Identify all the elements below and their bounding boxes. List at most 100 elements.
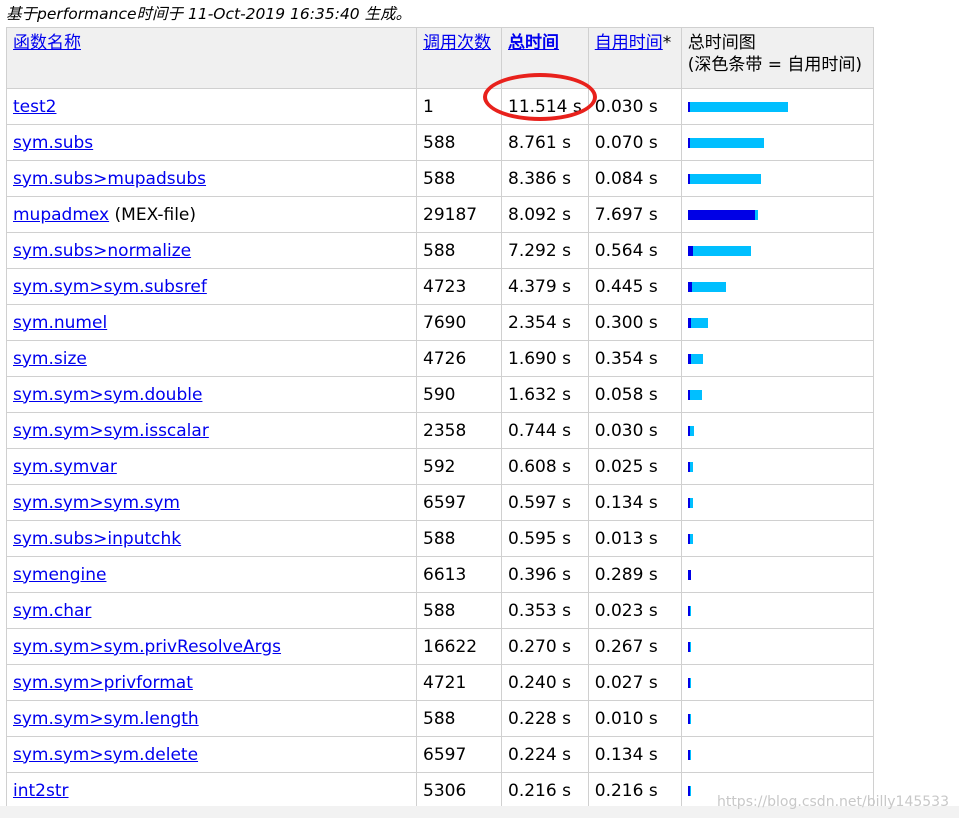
table-row: symengine 6613 0.396 s 0.289 s	[6, 556, 874, 593]
total-time-cell: 1.690 s	[501, 340, 589, 377]
total-time-bar	[687, 246, 751, 256]
calls-cell: 5306	[416, 772, 502, 809]
total-time-cell: 4.379 s	[501, 268, 589, 305]
function-link[interactable]: sym.sym>sym.delete	[13, 745, 198, 765]
total-time-cell: 0.228 s	[501, 700, 589, 737]
self-time-cell: 0.354 s	[587, 340, 682, 377]
function-link[interactable]: sym.sym>sym.sym	[13, 493, 180, 513]
time-plot-cell	[680, 160, 874, 197]
function-name-cell: sym.subs>inputchk	[6, 520, 417, 557]
sort-by-total-time-link[interactable]: 总时间	[508, 33, 559, 53]
time-bar	[687, 102, 867, 112]
table-row: test2 1 11.514 s 0.030 s	[6, 88, 874, 125]
function-link[interactable]: sym.sym>sym.double	[13, 385, 202, 405]
table-row: mupadmex (MEX-file) 29187 8.092 s 7.697 s	[6, 196, 874, 233]
time-plot-cell	[680, 448, 874, 485]
self-time-bar	[687, 606, 690, 616]
calls-cell: 588	[416, 592, 502, 629]
function-link[interactable]: sym.subs>normalize	[13, 241, 191, 261]
function-link[interactable]: sym.subs>inputchk	[13, 529, 181, 549]
table-body: test2 1 11.514 s 0.030 s sym.subs 588 8.761 s0…	[6, 88, 874, 809]
time-plot-cell	[680, 88, 874, 125]
table-header-row: 函数名称 调用次数 总时间 自用时间* 总时间图 (深色条带 = 自用时间)	[6, 27, 874, 89]
total-time-cell: 0.270 s	[501, 628, 589, 665]
header-calls: 调用次数	[416, 27, 502, 89]
time-bar	[687, 642, 867, 652]
calls-cell: 4723	[416, 268, 502, 305]
function-name-cell: sym.subs>mupadsubs	[6, 160, 417, 197]
table-row: sym.sym>sym.delete 6597 0.224 s 0.134 s	[6, 736, 874, 773]
total-time-bar	[687, 138, 764, 148]
function-link[interactable]: int2str	[13, 781, 69, 801]
self-time-cell: 0.058 s	[587, 376, 682, 413]
total-time-bar	[687, 174, 761, 184]
time-plot-cell	[680, 196, 874, 233]
total-time-cell: 1.632 s	[501, 376, 589, 413]
self-time-footnote-mark: *	[662, 33, 672, 53]
total-time-cell: 8.761 s	[501, 124, 589, 161]
function-link[interactable]: sym.sym>sym.privResolveArgs	[13, 637, 281, 657]
self-time-cell: 0.027 s	[587, 664, 682, 701]
time-bar	[687, 534, 867, 544]
self-time-bar	[687, 318, 691, 328]
function-link[interactable]: mupadmex	[13, 205, 109, 225]
self-time-bar	[687, 642, 690, 652]
calls-cell: 4721	[416, 664, 502, 701]
table-row: sym.sym>sym.isscalar 2358 0.744 s 0.030 s	[6, 412, 874, 449]
self-time-cell: 0.010 s	[587, 700, 682, 737]
table-row: sym.sym>sym.sym 6597 0.597 s 0.134 s	[6, 484, 874, 521]
function-link[interactable]: sym.subs>mupadsubs	[13, 169, 206, 189]
function-link[interactable]: sym.sym>sym.isscalar	[13, 421, 209, 441]
time-plot-cell	[680, 664, 874, 701]
report-caption: 基于performance时间于 11-Oct-2019 16:35:40 生成…	[6, 5, 412, 23]
function-link[interactable]: symengine	[13, 565, 106, 585]
self-time-bar	[687, 282, 692, 292]
time-plot-cell	[680, 736, 874, 773]
total-time-cell: 0.240 s	[501, 664, 589, 701]
function-link[interactable]: sym.sym>sym.length	[13, 709, 199, 729]
function-name-cell: sym.sym>sym.sym	[6, 484, 417, 521]
total-time-cell: 0.216 s	[501, 772, 589, 809]
function-link[interactable]: test2	[13, 97, 56, 117]
total-time-bar	[687, 282, 726, 292]
time-bar	[687, 246, 867, 256]
function-name-cell: sym.sym>sym.isscalar	[6, 412, 417, 449]
total-time-bar	[687, 102, 788, 112]
function-name-cell: sym.subs>normalize	[6, 232, 417, 269]
table-row: sym.sym>sym.privResolveArgs 16622 0.270 s0…	[6, 628, 874, 665]
time-bar	[687, 390, 867, 400]
time-plot-cell	[680, 232, 874, 269]
calls-cell: 588	[416, 124, 502, 161]
function-link[interactable]: sym.subs	[13, 133, 93, 153]
table-row: sym.size 4726 1.690 s 0.354 s	[6, 340, 874, 377]
self-time-cell: 0.267 s	[587, 628, 682, 665]
sort-by-name-link[interactable]: 函数名称	[13, 33, 81, 53]
self-time-bar	[687, 354, 691, 364]
header-self-time: 自用时间*	[587, 27, 682, 89]
self-time-cell: 0.084 s	[587, 160, 682, 197]
time-bar	[687, 750, 867, 760]
sort-by-self-time-link[interactable]: 自用时间	[595, 33, 663, 53]
self-time-cell: 0.289 s	[587, 556, 682, 593]
function-name-cell: sym.sym>sym.privResolveArgs	[6, 628, 417, 665]
function-link[interactable]: sym.symvar	[13, 457, 117, 477]
function-link[interactable]: sym.char	[13, 601, 91, 621]
table-row: sym.sym>sym.double 590 1.632 s 0.058 s	[6, 376, 874, 413]
function-link[interactable]: sym.sym>sym.subsref	[13, 277, 207, 297]
function-link[interactable]: sym.sym>privformat	[13, 673, 193, 693]
function-name-cell: sym.sym>sym.delete	[6, 736, 417, 773]
table-row: sym.sym>sym.length 588 0.228 s 0.010 s	[6, 700, 874, 737]
sort-by-calls-link[interactable]: 调用次数	[423, 33, 491, 53]
time-bar	[687, 354, 867, 364]
self-time-cell: 0.025 s	[587, 448, 682, 485]
function-link[interactable]: sym.size	[13, 349, 87, 369]
function-link[interactable]: sym.numel	[13, 313, 107, 333]
function-name-cell: sym.numel	[6, 304, 417, 341]
self-time-cell: 0.300 s	[587, 304, 682, 341]
time-plot-cell	[680, 556, 874, 593]
function-name-cell: symengine	[6, 556, 417, 593]
table-row: sym.sym>sym.subsref 4723 4.379 s 0.445 s	[6, 268, 874, 305]
table-row: sym.symvar 592 0.608 s 0.025 s	[6, 448, 874, 485]
self-time-cell: 0.216 s	[587, 772, 682, 809]
time-bar	[687, 138, 867, 148]
